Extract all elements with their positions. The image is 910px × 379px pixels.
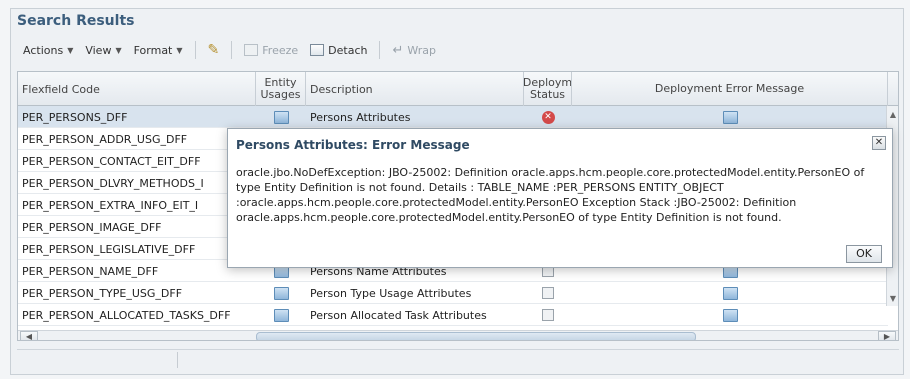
status-icon: [542, 287, 554, 299]
description-cell: Persons Attributes: [310, 110, 411, 124]
ok-button[interactable]: OK: [846, 245, 882, 263]
details-icon[interactable]: [273, 110, 289, 124]
flexfield-code-cell: PER_PERSON_DLVRY_METHODS_I: [22, 176, 204, 190]
wrap-label: Wrap: [407, 43, 437, 57]
col-deployment-status[interactable]: Deploym Status: [524, 72, 572, 106]
details-icon[interactable]: [273, 308, 289, 322]
horizontal-scroll-thumb[interactable]: [256, 332, 696, 340]
freeze-icon: [244, 44, 259, 56]
table-row[interactable]: PER_PERSONS_DFF Persons Attributes ✕: [18, 106, 888, 128]
status-footer: [17, 349, 899, 369]
col-label: Entity Usages: [260, 76, 301, 101]
view-menu[interactable]: View ▼: [79, 44, 127, 57]
chevron-down-icon: ▼: [176, 45, 183, 55]
error-details-icon[interactable]: [722, 110, 738, 124]
flexfield-code-cell: PER_PERSON_ADDR_USG_DFF: [22, 132, 188, 146]
error-message-text: oracle.jbo.NoDefException: JBO-25002: De…: [236, 166, 865, 224]
entity-usages-cell: [256, 106, 306, 128]
format-label: Format: [133, 43, 173, 57]
table-toolbar: Actions ▼ View ▼ Format ▼ ✎ Freeze Detach ↵…: [17, 37, 899, 63]
detach-icon: [310, 44, 325, 56]
footer-divider: [177, 352, 178, 368]
dialog-title: Persons Attributes: Error Message: [236, 138, 470, 152]
status-cell: [524, 282, 572, 304]
status-icon: [542, 309, 554, 321]
status-cell: ✕: [524, 106, 572, 128]
toolbar-divider: [194, 41, 196, 59]
description-cell: Person Allocated Task Attributes: [310, 308, 487, 322]
col-label: Deployment Error Message: [654, 82, 805, 95]
scroll-down-icon[interactable]: ▼: [887, 292, 898, 306]
scroll-left-icon[interactable]: ◀: [20, 331, 38, 340]
detach-label: Detach: [328, 43, 368, 57]
error-message-cell: [572, 282, 888, 304]
error-details-icon[interactable]: [722, 286, 738, 300]
actions-menu[interactable]: Actions ▼: [17, 44, 79, 57]
edit-button[interactable]: ✎: [202, 42, 226, 58]
flexfield-code-cell: PER_PERSON_IMAGE_DFF: [22, 220, 162, 234]
scroll-up-icon[interactable]: ▲: [887, 108, 898, 122]
freeze-button[interactable]: Freeze: [238, 44, 304, 57]
wrap-button[interactable]: ↵ Wrap: [386, 43, 442, 58]
flexfield-code-cell: PER_PERSON_EXTRA_INFO_EIT_I: [22, 198, 199, 212]
col-description[interactable]: Description: [306, 72, 524, 106]
description-cell: Person Type Usage Attributes: [310, 286, 472, 300]
flexfield-code-cell: PER_PERSON_TYPE_USG_DFF: [22, 286, 183, 300]
col-entity-usages[interactable]: Entity Usages: [256, 72, 306, 106]
wrap-icon: ↵: [392, 42, 404, 58]
flexfield-code-cell: PER_PERSON_ALLOCATED_TASKS_DFF: [22, 308, 231, 322]
flexfield-code-cell: PER_PERSON_LEGISLATIVE_DFF: [22, 242, 196, 256]
chevron-down-icon: ▼: [67, 45, 74, 55]
error-message-cell: [572, 106, 888, 128]
col-flexfield-code[interactable]: Flexfield Code: [18, 72, 256, 106]
panel-title: Search Results: [17, 13, 135, 29]
scroll-right-icon[interactable]: ▶: [878, 331, 896, 340]
flexfield-code-cell: PER_PERSONS_DFF: [22, 110, 128, 124]
view-label: View: [85, 43, 112, 57]
format-menu[interactable]: Format ▼: [128, 44, 189, 57]
actions-label: Actions: [23, 43, 64, 57]
status-cell: [524, 304, 572, 326]
table-header: Flexfield Code Entity Usages Description…: [18, 72, 898, 106]
table-row[interactable]: PER_PERSON_ALLOCATED_TASKS_DFF Person Al…: [18, 304, 888, 326]
col-label: Flexfield Code: [22, 82, 100, 96]
close-icon[interactable]: ✕: [872, 136, 886, 150]
detach-button[interactable]: Detach: [304, 44, 373, 57]
horizontal-scrollbar[interactable]: ◀ ▶: [18, 330, 898, 340]
toolbar-divider: [231, 41, 233, 59]
toolbar-divider: [379, 41, 381, 59]
col-deployment-error[interactable]: Deployment Error Message: [572, 72, 888, 106]
flexfield-code-cell: PER_PERSON_CONTACT_EIT_DFF: [22, 154, 201, 168]
entity-usages-cell: [256, 304, 306, 326]
error-details-icon[interactable]: [722, 308, 738, 322]
error-status-icon: ✕: [541, 110, 555, 124]
table-row[interactable]: PER_PERSON_TYPE_USG_DFF Person Type Usag…: [18, 282, 888, 304]
freeze-label: Freeze: [262, 43, 299, 57]
chevron-down-icon: ▼: [115, 45, 122, 55]
flexfield-code-cell: PER_PERSON_NAME_DFF: [22, 264, 159, 278]
pencil-icon: ✎: [207, 42, 220, 58]
entity-usages-cell: [256, 282, 306, 304]
error-message-dialog: Persons Attributes: Error Message ✕ orac…: [227, 128, 893, 268]
details-icon[interactable]: [273, 286, 289, 300]
error-message-cell: [572, 304, 888, 326]
col-label: Description: [310, 82, 373, 96]
col-label: Deploym Status: [524, 76, 572, 101]
